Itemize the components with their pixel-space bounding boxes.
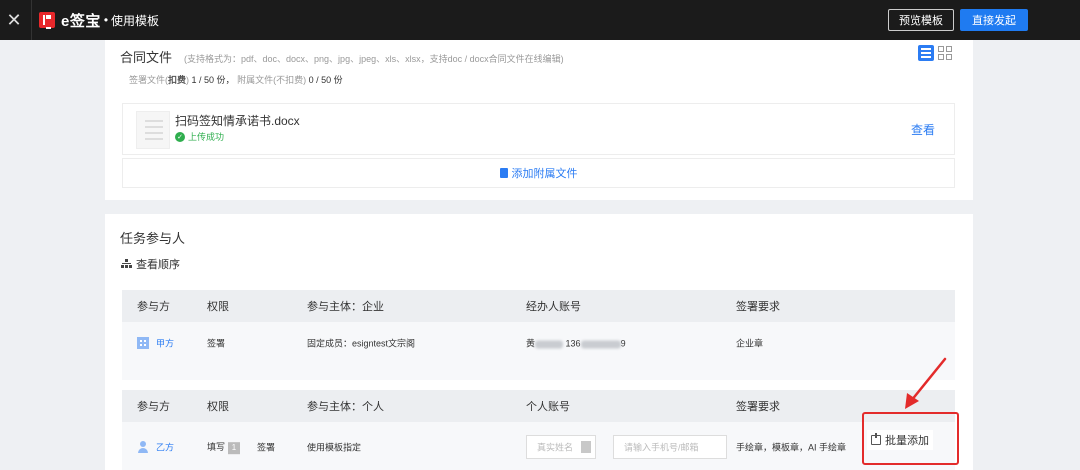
view-order-label: 查看顺序 bbox=[136, 259, 180, 271]
sign-requirement: 手绘章，模板章，AI 手绘章 bbox=[736, 442, 847, 453]
contract-header: 合同文件 (支持格式为：pdf、doc、docx、png、jpg、jpeg、xl… bbox=[120, 47, 564, 66]
view-toggle bbox=[918, 45, 953, 61]
file-icon bbox=[499, 168, 508, 178]
upload-status: ✓ 上传成功 bbox=[175, 130, 224, 143]
real-name-placeholder: 真实姓名 bbox=[537, 442, 574, 453]
topbar-divider bbox=[31, 0, 32, 40]
format-hint: (支持格式为：pdf、doc、docx、png、jpg、jpeg、xls、xls… bbox=[184, 54, 564, 64]
view-order-link[interactable]: 查看顺序 bbox=[121, 256, 180, 272]
party-name: 甲方 bbox=[156, 338, 175, 349]
org-tree-icon bbox=[121, 259, 132, 269]
table-row: 甲方 签署 固定成员：esigntest文宗阁 黄 136 9 企业章 bbox=[122, 324, 955, 362]
list-view-icon[interactable] bbox=[918, 45, 934, 61]
file-name: 扫码签知情承诺书.docx bbox=[175, 114, 300, 128]
launch-directly-button[interactable]: 直接发起 bbox=[960, 9, 1028, 31]
participants-title: 任务参与人 bbox=[120, 231, 186, 246]
subject: 使用模板指定 bbox=[307, 442, 362, 453]
fill-count-badge[interactable]: 1 bbox=[228, 441, 241, 454]
permission-fill: 填写 1 bbox=[207, 440, 241, 454]
page-title: 使用模板 bbox=[111, 13, 160, 28]
upload-status-text: 上传成功 bbox=[188, 132, 225, 142]
col-subject: 参与主体：个人 bbox=[307, 401, 384, 413]
phone-email-input[interactable]: 请输入手机号/邮箱 bbox=[613, 435, 727, 459]
id-card-icon[interactable] bbox=[581, 441, 591, 453]
col-permission: 权限 bbox=[207, 401, 229, 413]
col-subject: 参与主体：企业 bbox=[307, 301, 384, 313]
phone-email-placeholder: 请输入手机号/邮箱 bbox=[624, 442, 699, 453]
building-icon bbox=[137, 337, 149, 349]
real-name-input[interactable]: 真实姓名 bbox=[526, 435, 596, 459]
close-icon[interactable]: ✕ bbox=[3, 9, 25, 31]
operator-account: 黄 136 9 bbox=[526, 337, 626, 350]
col-account: 个人账号 bbox=[526, 401, 570, 413]
contract-file-row: 扫码签知情承诺书.docx ✓ 上传成功 查看 bbox=[122, 103, 955, 155]
col-party: 参与方 bbox=[137, 401, 170, 413]
file-counts: 签署文件(扣费) 1 / 50 份， 附属文件(不扣费) 0 / 50 份 bbox=[129, 73, 343, 86]
annotation-highlight-box bbox=[862, 412, 959, 465]
permission-sign: 签署 bbox=[257, 442, 276, 453]
sign-requirement: 企业章 bbox=[736, 338, 764, 349]
account-prefix: 黄 bbox=[526, 338, 536, 349]
col-permission: 权限 bbox=[207, 301, 229, 313]
add-attachment-button[interactable]: 添加附属文件 bbox=[122, 158, 955, 188]
contract-section-title: 合同文件 bbox=[120, 50, 173, 65]
preview-template-button[interactable]: 预览模板 bbox=[888, 9, 954, 31]
attach-files-label: 附属文件(不扣费) bbox=[237, 75, 307, 85]
party-name: 乙方 bbox=[156, 442, 175, 453]
sign-files-close: ) bbox=[186, 75, 190, 85]
top-bar: ✕ e签宝 • 使用模板 预览模板 直接发起 bbox=[0, 0, 1080, 40]
participants-card: 任务参与人 查看顺序 参与方 权限 参与主体：企业 经办人账号 签署要求 甲方 … bbox=[105, 214, 973, 470]
person-icon bbox=[137, 441, 149, 453]
table-header: 参与方 权限 参与主体：企业 经办人账号 签署要求 bbox=[122, 290, 955, 322]
esign-logo-icon bbox=[39, 12, 55, 29]
top-actions: 预览模板 直接发起 bbox=[888, 9, 1028, 31]
account-mid: 136 bbox=[565, 338, 581, 349]
col-party: 参与方 bbox=[137, 301, 170, 313]
col-requirement: 签署要求 bbox=[736, 401, 780, 413]
contract-files-card: 合同文件 (支持格式为：pdf、doc、docx、png、jpg、jpeg、xl… bbox=[105, 40, 973, 200]
logo-text: e签宝 bbox=[61, 12, 101, 30]
personal-participant-table: 参与方 权限 参与主体：个人 个人账号 签署要求 乙方 填写 1 签署 使用模板指… bbox=[122, 390, 955, 470]
document-thumbnail-icon bbox=[136, 111, 170, 149]
attach-files-count: 0 / 50 份 bbox=[308, 75, 343, 85]
account-suffix: 9 bbox=[620, 338, 626, 349]
sign-files-count: 1 / 50 份， bbox=[191, 75, 235, 85]
grid-view-icon[interactable] bbox=[937, 45, 953, 61]
subject: 固定成员：esigntest文宗阁 bbox=[307, 338, 416, 349]
col-account: 经办人账号 bbox=[526, 301, 581, 313]
col-requirement: 签署要求 bbox=[736, 301, 780, 313]
check-circle-icon: ✓ bbox=[175, 131, 185, 142]
view-file-link[interactable]: 查看 bbox=[911, 121, 935, 138]
table-row: 乙方 填写 1 签署 使用模板指定 真实姓名 请输入手机号/邮箱 手绘章，模板章，… bbox=[122, 428, 955, 466]
add-attachment-label: 添加附属文件 bbox=[511, 168, 578, 180]
permission-fill-label: 填写 bbox=[207, 442, 226, 453]
brand-logo: e签宝 • 使用模板 bbox=[39, 10, 159, 31]
table-header: 参与方 权限 参与主体：个人 个人账号 签署要求 bbox=[122, 390, 955, 422]
logo-separator: • bbox=[103, 13, 109, 27]
sign-files-label: 签署文件( bbox=[129, 75, 168, 85]
permission: 签署 bbox=[207, 338, 226, 349]
annotation-arrow-icon bbox=[905, 357, 947, 409]
enterprise-participant-table: 参与方 权限 参与主体：企业 经办人账号 签署要求 甲方 签署 固定成员：esi… bbox=[122, 290, 955, 380]
deduct-label: 扣费 bbox=[168, 75, 187, 85]
